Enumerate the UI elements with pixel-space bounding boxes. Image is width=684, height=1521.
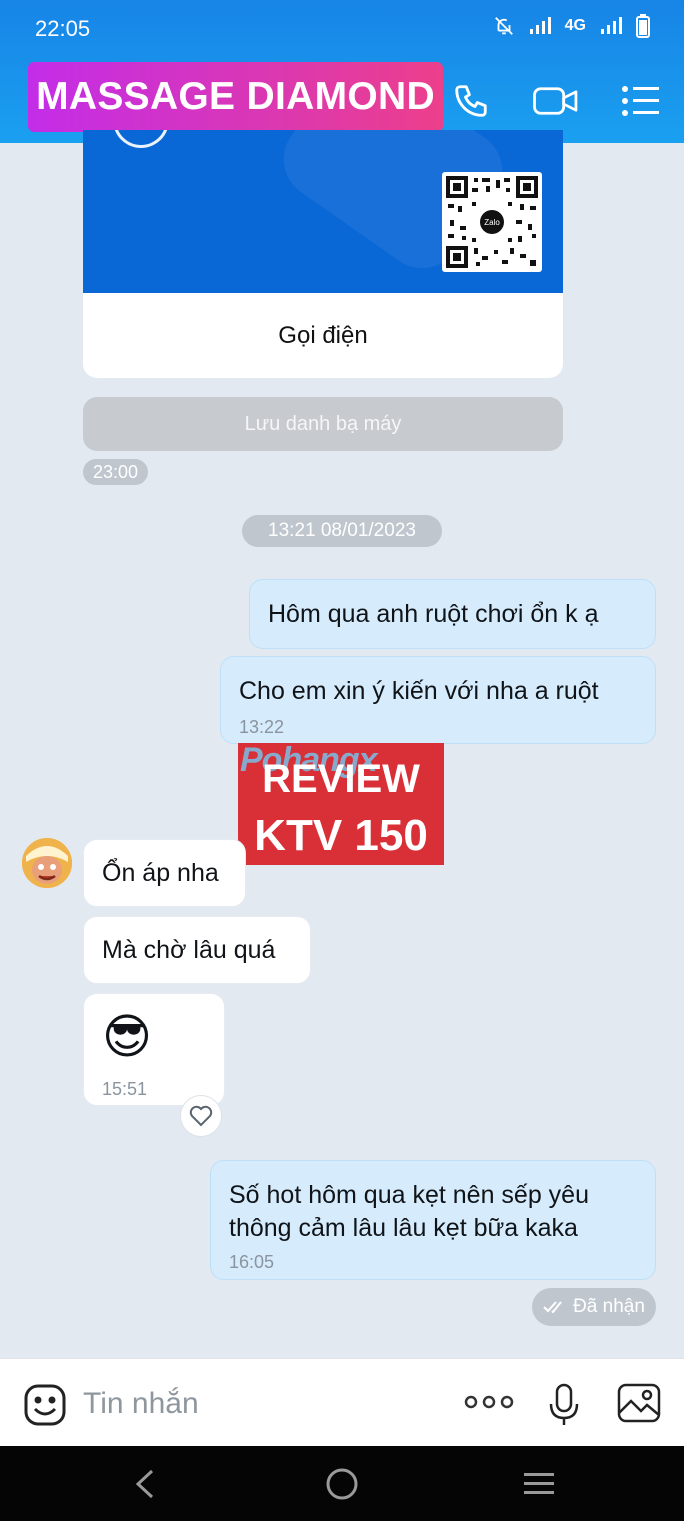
call-contact-button[interactable]: Gọi điện <box>83 293 563 378</box>
signal-icon-2 <box>600 17 622 35</box>
system-nav-bar <box>0 1446 684 1521</box>
microphone-icon <box>549 1383 579 1425</box>
sender-avatar[interactable] <box>22 838 72 888</box>
overlay-line-2: KTV 150 <box>254 811 428 860</box>
sunglasses-emoji: 😎 <box>102 1011 153 1064</box>
recents-menu-icon <box>524 1473 554 1494</box>
status-time: 22:05 <box>35 16 91 41</box>
status-icons: 4G <box>493 14 650 38</box>
save-contact-button[interactable]: Lưu danh bạ máy <box>83 397 563 451</box>
battery-icon <box>636 14 650 38</box>
message-text: Ổn áp nha <box>102 859 219 887</box>
video-call-button[interactable] <box>533 78 579 124</box>
message-composer: Tin nhắn <box>0 1358 684 1446</box>
more-options-button[interactable] <box>464 1391 514 1413</box>
message-text: Hôm qua anh ruột chơi ổn k ạ <box>268 600 599 628</box>
qr-label: Zalo <box>484 218 500 227</box>
message-text-line-1: Số hot hôm qua kẹt nên sếp yêu <box>229 1181 589 1209</box>
contact-avatar <box>113 130 169 148</box>
date-separator: 13:21 08/01/2023 <box>242 515 442 547</box>
image-button[interactable] <box>617 1383 661 1423</box>
double-check-icon <box>543 1301 562 1314</box>
nav-back-button[interactable] <box>125 1464 165 1504</box>
message-text-line-2: thông cảm lâu lâu kẹt bữa kaka <box>229 1214 578 1242</box>
outgoing-message[interactable]: Hôm qua anh ruột chơi ổn k ạ <box>249 579 656 649</box>
video-camera-icon <box>533 87 578 115</box>
home-circle-icon <box>326 1468 358 1500</box>
list-menu-icon <box>622 86 659 116</box>
message-time: 15:51 <box>102 1079 148 1099</box>
nav-home-button[interactable] <box>322 1464 362 1504</box>
smiley-icon <box>24 1384 66 1426</box>
message-time: 13:22 <box>239 717 285 737</box>
message-input[interactable]: Tin nhắn <box>83 1387 199 1421</box>
message-text: Cho em xin ý kiến với nha a ruột <box>239 677 599 705</box>
back-chevron-icon <box>135 1469 154 1499</box>
incoming-message[interactable]: 😎 15:51 <box>83 993 225 1106</box>
network-type: 4G <box>564 17 586 34</box>
heart-icon <box>189 1105 213 1127</box>
emoji-button[interactable] <box>23 1383 67 1427</box>
review-overlay: Pohangx REVIEW KTV 150 <box>238 741 444 865</box>
message-text: Mà chờ lâu quá <box>102 936 276 964</box>
signal-icon <box>529 17 551 35</box>
more-dots-icon <box>464 1395 514 1409</box>
outgoing-message[interactable]: Số hot hôm qua kẹt nên sếp yêu thông cảm… <box>210 1160 656 1280</box>
call-button[interactable] <box>448 78 494 124</box>
overlay-line-1: REVIEW <box>262 757 420 801</box>
mute-bell-icon <box>493 15 515 37</box>
contact-card-banner: Zalo <box>83 130 563 293</box>
delivery-status-text: Đã nhận <box>573 1296 645 1317</box>
outgoing-message[interactable]: Cho em xin ý kiến với nha a ruột 13:22 <box>220 656 656 744</box>
nav-recents-button[interactable] <box>519 1464 559 1504</box>
message-time: 23:00 <box>83 459 149 485</box>
menu-button[interactable] <box>618 78 664 124</box>
delivery-status: Đã nhận <box>532 1288 656 1326</box>
message-time: 16:05 <box>229 1252 275 1272</box>
incoming-message[interactable]: Ổn áp nha <box>83 839 246 907</box>
top-bar: 22:05 4G MASSAGE DIAMOND <box>0 0 684 143</box>
chat-title[interactable]: MASSAGE DIAMOND <box>28 62 443 132</box>
phone-icon <box>455 85 487 117</box>
voice-message-button[interactable] <box>548 1383 580 1427</box>
react-heart-button[interactable] <box>180 1095 222 1137</box>
qr-code[interactable]: Zalo <box>442 172 542 272</box>
contact-card: Zalo Gọi điện <box>83 130 563 378</box>
image-gallery-icon <box>617 1383 661 1423</box>
status-bar: 22:05 4G <box>0 0 684 56</box>
incoming-message[interactable]: Mà chờ lâu quá <box>83 916 311 984</box>
